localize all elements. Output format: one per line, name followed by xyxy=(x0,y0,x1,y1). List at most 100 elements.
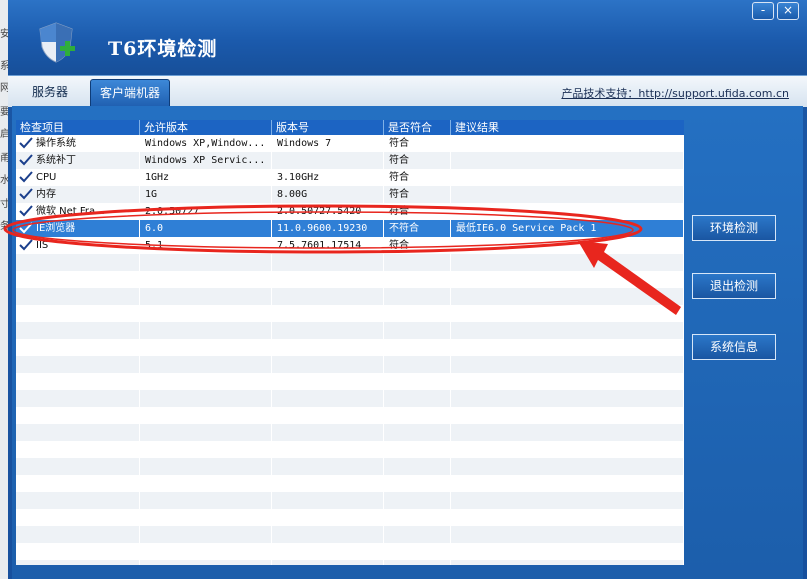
table-cell-allowed xyxy=(140,322,272,339)
table-cell-version xyxy=(272,526,384,543)
table-row-empty[interactable] xyxy=(16,339,684,356)
shield-plus-icon xyxy=(39,22,75,63)
table-cell-allowed xyxy=(140,526,272,543)
table-row-empty[interactable] xyxy=(16,441,684,458)
close-button[interactable]: × xyxy=(777,2,799,20)
table-cell-ok: 符合 xyxy=(384,169,451,186)
table-cell-version xyxy=(272,339,384,356)
table-row-empty[interactable] xyxy=(16,288,684,305)
table-row-empty[interactable] xyxy=(16,356,684,373)
check-environment-button[interactable]: 环境检测 xyxy=(692,215,776,241)
table-cell-advice xyxy=(451,169,684,186)
table-cell-item: 内存 xyxy=(16,186,140,203)
table-cell-allowed xyxy=(140,339,272,356)
table-cell-allowed: 6.0 xyxy=(140,220,272,237)
table-cell-version: Windows 7 xyxy=(272,135,384,152)
check-icon xyxy=(19,239,33,251)
table-cell-version xyxy=(272,441,384,458)
column-header[interactable]: 建议结果 xyxy=(451,120,684,135)
table-row-empty[interactable] xyxy=(16,560,684,565)
table-cell-advice xyxy=(451,203,684,220)
table-cell-ok xyxy=(384,254,451,271)
table-cell-advice xyxy=(451,322,684,339)
table-cell-advice xyxy=(451,543,684,560)
title-bar[interactable]: T6环境检测 - × xyxy=(8,0,807,75)
table-cell-ok xyxy=(384,373,451,390)
table-cell-advice xyxy=(451,509,684,526)
table-cell-allowed xyxy=(140,492,272,509)
check-icon xyxy=(19,154,33,166)
minimize-button[interactable]: - xyxy=(752,2,774,20)
table-cell-ok: 符合 xyxy=(384,152,451,169)
table-cell-version: 11.0.9600.19230 xyxy=(272,220,384,237)
table-cell-version xyxy=(272,305,384,322)
table-row-empty[interactable] xyxy=(16,407,684,424)
table-cell-ok: 符合 xyxy=(384,203,451,220)
table-row[interactable]: 系统补丁 Windows XP Servic... 符合 xyxy=(16,152,684,169)
table-row-empty[interactable] xyxy=(16,509,684,526)
table-row[interactable]: 操作系统 Windows XP,Window... Windows 7 符合 xyxy=(16,135,684,152)
table-cell-allowed xyxy=(140,441,272,458)
table-row-empty[interactable] xyxy=(16,271,684,288)
table-cell-item xyxy=(16,509,140,526)
table-cell-item xyxy=(16,526,140,543)
table-cell-advice xyxy=(451,390,684,407)
table-row-empty[interactable] xyxy=(16,526,684,543)
table-row-empty[interactable] xyxy=(16,254,684,271)
support-link[interactable]: 产品技术支持：http://support.ufida.com.cn xyxy=(561,85,789,101)
table-cell-allowed xyxy=(140,543,272,560)
table-cell-advice xyxy=(451,441,684,458)
tab-server[interactable]: 服务器 xyxy=(15,79,85,106)
exit-check-button[interactable]: 退出检测 xyxy=(692,273,776,299)
table-cell-ok: 符合 xyxy=(384,135,451,152)
table-cell-allowed xyxy=(140,509,272,526)
table-row-empty[interactable] xyxy=(16,458,684,475)
table-cell-allowed xyxy=(140,407,272,424)
table-cell-item xyxy=(16,441,140,458)
table-row-empty[interactable] xyxy=(16,390,684,407)
column-header[interactable]: 是否符合 xyxy=(384,120,451,135)
table-cell-item xyxy=(16,475,140,492)
table-row-empty[interactable] xyxy=(16,475,684,492)
column-header[interactable]: 检查项目 xyxy=(16,120,140,135)
table-row-empty[interactable] xyxy=(16,322,684,339)
column-header[interactable]: 版本号 xyxy=(272,120,384,135)
table-cell-version xyxy=(272,152,384,169)
table-cell-item xyxy=(16,373,140,390)
system-info-button[interactable]: 系统信息 xyxy=(692,334,776,360)
table-cell-ok xyxy=(384,407,451,424)
table-cell-ok xyxy=(384,271,451,288)
table-row[interactable]: 微软 Net Fra... 2.0.50727 2.0.50727.5420 符合 xyxy=(16,203,684,220)
table-cell-allowed: 1G xyxy=(140,186,272,203)
table-row[interactable]: CPU 1GHz 3.10GHz 符合 xyxy=(16,169,684,186)
table-cell-ok xyxy=(384,339,451,356)
table-cell-item xyxy=(16,390,140,407)
table-row[interactable]: 内存 1G 8.00G 符合 xyxy=(16,186,684,203)
table-cell-advice xyxy=(451,339,684,356)
table-row-empty[interactable] xyxy=(16,492,684,509)
table-cell-allowed xyxy=(140,373,272,390)
column-header[interactable]: 允许版本 xyxy=(140,120,272,135)
table-cell-item xyxy=(16,407,140,424)
table-cell-item: IE浏览器 xyxy=(16,220,140,237)
tab-client-machine[interactable]: 客户端机器 xyxy=(90,79,170,107)
table-cell-ok xyxy=(384,424,451,441)
table-cell-allowed: Windows XP Servic... xyxy=(140,152,272,169)
table-cell-allowed xyxy=(140,288,272,305)
table-cell-allowed xyxy=(140,424,272,441)
table-cell-version xyxy=(272,509,384,526)
table-cell-advice xyxy=(451,373,684,390)
table-row-empty[interactable] xyxy=(16,424,684,441)
table-cell-version xyxy=(272,475,384,492)
table-cell-allowed: Windows XP,Window... xyxy=(140,135,272,152)
table-row-empty[interactable] xyxy=(16,305,684,322)
table-row-empty[interactable] xyxy=(16,373,684,390)
table-row[interactable]: IIS 5.1 7.5.7601.17514 符合 xyxy=(16,237,684,254)
table-cell-version xyxy=(272,492,384,509)
table-cell-advice xyxy=(451,458,684,475)
table-row[interactable]: IE浏览器 6.0 11.0.9600.19230 不符合 最低IE6.0 Servic… xyxy=(16,220,684,237)
check-results-grid[interactable]: 检查项目 允许版本 版本号 是否符合 建议结果 操作系统 Windows XP,W… xyxy=(16,120,684,565)
table-cell-version: 3.10GHz xyxy=(272,169,384,186)
table-row-empty[interactable] xyxy=(16,543,684,560)
table-cell-allowed: 5.1 xyxy=(140,237,272,254)
